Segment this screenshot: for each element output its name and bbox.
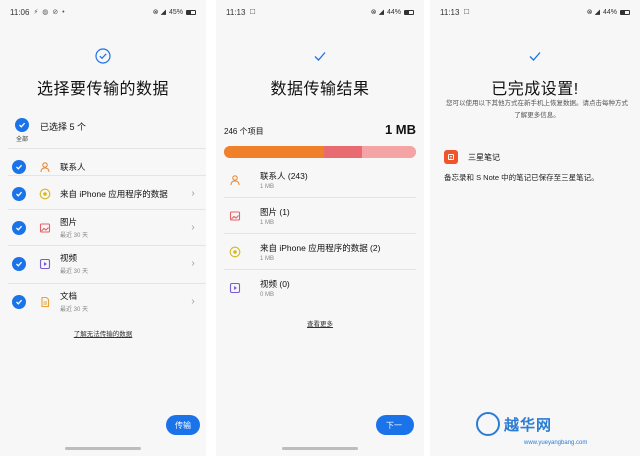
- restore-description: 您可以使用以下其他方式在新手机上恢复数据。请点击每种方式了解更多信息。: [446, 100, 628, 119]
- document-icon: [38, 295, 52, 309]
- status-bar: 11:13 ☐ ⊗ ◢ 44%: [440, 6, 630, 18]
- chevron-right-icon[interactable]: ›: [188, 258, 198, 269]
- video-icon: [228, 281, 242, 295]
- check-circle-icon: [95, 48, 111, 64]
- select-all-label: 全部: [15, 137, 28, 143]
- app-description: 备忘录和 S Note 中的笔记已保存至三星笔记。: [444, 173, 599, 182]
- item-count: 246 个项目: [224, 127, 264, 136]
- home-indicator: [282, 447, 358, 450]
- checkbox-checked-icon[interactable]: [12, 294, 26, 309]
- data-type-range: 最近 30 天: [60, 269, 89, 275]
- transfer-button[interactable]: 传输: [166, 415, 200, 435]
- result-name: 视频 (0): [260, 279, 290, 289]
- data-type-row[interactable]: 文档最近 30 天 ›: [8, 283, 206, 319]
- next-button[interactable]: 下一: [376, 415, 414, 435]
- data-type-row[interactable]: 来自 iPhone 应用程序的数据 ›: [8, 175, 206, 211]
- usage-segment: [224, 146, 324, 158]
- data-type-name: 图片: [60, 217, 78, 227]
- battery-percent: 44%: [386, 8, 401, 16]
- page-title: 选择要传输的数据: [36, 81, 169, 98]
- person-icon: [38, 160, 52, 174]
- view-more-link[interactable]: 查看更多: [216, 318, 424, 328]
- checkmark-icon: [529, 52, 541, 61]
- person-icon: [228, 173, 242, 187]
- watermark-text: 越华网: [504, 417, 553, 434]
- select-all-checkbox[interactable]: 全部: [12, 118, 32, 143]
- data-type-range: 最近 30 天: [60, 233, 89, 239]
- data-type-name: 联系人: [60, 161, 86, 172]
- transfer-result-screen: 11:13 ☐ ⊗ ◢ 44% 数据传输结果 246 个项目 1 MB 联系人 …: [216, 0, 424, 456]
- app-name: 三星笔记: [468, 152, 500, 162]
- checkbox-checked-icon[interactable]: [12, 186, 26, 201]
- watermark-logo-icon: [476, 412, 500, 436]
- result-size: 1 MB: [260, 183, 275, 190]
- notification-icons: ☐: [249, 9, 257, 16]
- data-type-name: 视频: [60, 253, 78, 263]
- notification-icons: ⚡ ◍ ⊘ •: [33, 9, 66, 16]
- learn-untransferable-link[interactable]: 了解无法传输的数据: [0, 328, 206, 338]
- app-data-icon: [38, 187, 52, 201]
- data-type-name: 文档: [60, 291, 78, 301]
- result-row[interactable]: 图片 (1) 1 MB: [224, 198, 416, 234]
- home-indicator: [65, 447, 141, 450]
- checkbox-checked-icon[interactable]: [12, 159, 26, 174]
- battery-icon: [186, 9, 196, 15]
- data-type-name: 来自 iPhone 应用程序的数据: [60, 188, 168, 199]
- video-icon: [38, 257, 52, 271]
- data-type-range: 最近 30 天: [60, 307, 89, 313]
- chevron-right-icon[interactable]: ›: [188, 222, 198, 233]
- checkbox-checked-icon[interactable]: [12, 256, 26, 271]
- status-time: 11:13: [226, 7, 246, 17]
- total-size: 1 MB: [384, 122, 416, 137]
- samsung-notes-icon: [444, 150, 458, 164]
- result-row[interactable]: 来自 iPhone 应用程序的数据 (2) 1 MB: [224, 234, 416, 270]
- result-name: 图片 (1): [260, 206, 290, 217]
- samsung-notes-item[interactable]: 三星笔记: [444, 150, 500, 164]
- battery-percent: 44%: [602, 8, 617, 16]
- battery-icon: [404, 9, 414, 15]
- page-title: 数据传输结果: [270, 81, 370, 98]
- status-time: 11:13: [440, 7, 460, 17]
- notification-icons: ☐: [463, 9, 471, 16]
- image-icon: [38, 221, 52, 235]
- transfer-summary: 246 个项目 1 MB: [224, 122, 416, 137]
- result-size: 0 MB: [260, 292, 275, 298]
- status-bar: 11:13 ☐ ⊗ ◢ 44%: [226, 6, 414, 18]
- result-name: 来自 iPhone 应用程序的数据 (2): [260, 242, 381, 253]
- usage-segment: [323, 146, 363, 158]
- result-row[interactable]: 视频 (0) 0 MB: [224, 270, 416, 306]
- checkbox-checked-icon[interactable]: [12, 220, 26, 235]
- signal-icon: ⊗ ◢: [370, 9, 384, 16]
- data-type-row[interactable]: 视频最近 30 天 ›: [8, 245, 206, 281]
- status-time: 11:06: [10, 7, 30, 17]
- usage-segment: [362, 146, 416, 158]
- data-type-row[interactable]: 图片最近 30 天 ›: [8, 209, 206, 245]
- result-size: 1 MB: [260, 219, 275, 226]
- result-size: 1 MB: [260, 255, 275, 262]
- page-title: 已完成设置!: [491, 81, 579, 98]
- checkmark-icon: [314, 52, 326, 61]
- selected-count: 已选择 5 个: [40, 122, 87, 132]
- chevron-right-icon[interactable]: ›: [188, 188, 198, 199]
- image-icon: [228, 209, 242, 223]
- status-bar: 11:06 ⚡ ◍ ⊘ • ⊗ ◢ 45%: [10, 6, 196, 18]
- signal-icon: ⊗ ◢: [586, 9, 600, 16]
- result-name: 联系人 (243): [260, 170, 308, 181]
- watermark-url: www.yueyangbang.com: [524, 440, 588, 446]
- select-data-screen: 11:06 ⚡ ◍ ⊘ • ⊗ ◢ 45% 选择要传输的数据 全部 已选择 5 …: [0, 0, 206, 456]
- setup-complete-screen: 11:13 ☐ ⊗ ◢ 44% 已完成设置! 您可以使用以下其他方式在新手机上恢…: [430, 0, 640, 456]
- battery-percent: 45%: [168, 8, 183, 16]
- checkmark-icon: [15, 118, 29, 132]
- signal-icon: ⊗ ◢: [152, 9, 166, 16]
- storage-usage-bar: [224, 146, 416, 158]
- result-row[interactable]: 联系人 (243) 1 MB: [224, 162, 416, 198]
- chevron-right-icon[interactable]: ›: [188, 296, 198, 307]
- battery-icon: [620, 9, 630, 15]
- app-data-icon: [228, 245, 242, 259]
